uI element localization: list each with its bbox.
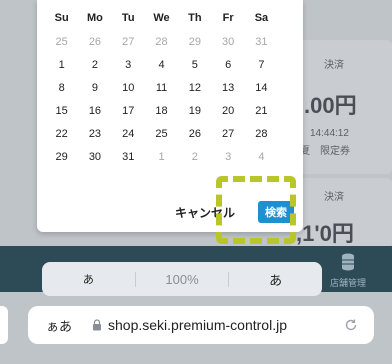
- calendar-day[interactable]: 14: [245, 82, 278, 94]
- calendar-day[interactable]: 2: [178, 151, 211, 163]
- calendar-day[interactable]: 31: [245, 36, 278, 48]
- page-settings-button[interactable]: ぁあ: [46, 316, 72, 335]
- calendar-day[interactable]: 10: [112, 82, 145, 94]
- calendar-day[interactable]: 15: [45, 105, 78, 117]
- zoom-out-button[interactable]: あ: [42, 271, 135, 287]
- address-bar[interactable]: ぁあ shop.seki.premium-control.jp: [28, 306, 374, 344]
- calendar-day[interactable]: 27: [112, 36, 145, 48]
- calendar-day[interactable]: 25: [45, 36, 78, 48]
- weekday-label: Fr: [222, 12, 234, 24]
- calendar-day[interactable]: 3: [211, 151, 244, 163]
- weekday-label: Tu: [121, 12, 135, 24]
- calendar-week-row: 25 26 27 28 29 30 31: [45, 36, 295, 48]
- calendar-day[interactable]: 17: [112, 105, 145, 117]
- calendar-day[interactable]: 16: [78, 105, 111, 117]
- calendar-week-row: 22 23 24 25 26 27 28: [45, 128, 295, 140]
- lock-icon: [93, 319, 102, 331]
- weekday-header: Su Mo Tu We Th Fr Sa: [45, 12, 295, 24]
- calendar-day[interactable]: 22: [45, 128, 78, 140]
- calendar-day[interactable]: 21: [245, 105, 278, 117]
- calendar-week-row: 1234567: [45, 59, 295, 71]
- calendar-day[interactable]: 4: [245, 151, 278, 163]
- zoom-in-button[interactable]: あ: [229, 270, 322, 289]
- calendar-day[interactable]: 23: [78, 128, 111, 140]
- calendar-day[interactable]: 4: [145, 59, 178, 71]
- calendar-day[interactable]: 30: [211, 36, 244, 48]
- calendar-day[interactable]: 1: [45, 59, 78, 71]
- weekday-label: We: [153, 12, 170, 24]
- calendar-day[interactable]: 20: [211, 105, 244, 117]
- calendar-day[interactable]: 8: [45, 82, 78, 94]
- card-time: 14:44:12: [310, 128, 349, 139]
- page-zoom-bar: あ 100% あ: [42, 262, 322, 296]
- focus-highlight: [216, 176, 296, 244]
- zoom-level[interactable]: 100%: [134, 271, 230, 287]
- calendar-day[interactable]: 19: [178, 105, 211, 117]
- calendar-day[interactable]: 26: [178, 128, 211, 140]
- card-label: 決済: [324, 60, 344, 71]
- calendar-day[interactable]: 29: [45, 151, 78, 163]
- calendar-day[interactable]: 30: [78, 151, 111, 163]
- footer-store-label[interactable]: 店舗管理: [330, 276, 366, 289]
- calendar-day[interactable]: 18: [145, 105, 178, 117]
- weekday-label: Sa: [254, 12, 269, 24]
- calendar-day[interactable]: 7: [245, 59, 278, 71]
- calendar-day[interactable]: 9: [78, 82, 111, 94]
- tab-edge: [0, 306, 8, 344]
- calendar-day[interactable]: 28: [245, 128, 278, 140]
- card-amount: .00円: [304, 93, 357, 118]
- database-icon[interactable]: [341, 253, 355, 271]
- reload-icon[interactable]: [344, 318, 358, 332]
- calendar-day[interactable]: 11: [145, 82, 178, 94]
- calendar-day[interactable]: 2: [78, 59, 111, 71]
- calendar-week-row: 15 16 17 18 19 20 21: [45, 105, 295, 117]
- weekday-label: Mo: [87, 12, 103, 24]
- calendar-day[interactable]: 3: [112, 59, 145, 71]
- calendar-day[interactable]: 27: [211, 128, 244, 140]
- url-text: shop.seki.premium-control.jp: [108, 317, 287, 333]
- calendar-day[interactable]: 12: [178, 82, 211, 94]
- calendar-day[interactable]: 28: [145, 36, 178, 48]
- calendar-day[interactable]: 25: [145, 128, 178, 140]
- calendar-day[interactable]: 31: [112, 151, 145, 163]
- weekday-label: Su: [54, 12, 69, 24]
- card-amount: ,1'0円: [296, 221, 354, 246]
- card-label: 決済: [324, 192, 344, 203]
- calendar-day[interactable]: 26: [78, 36, 111, 48]
- calendar-day[interactable]: 6: [211, 59, 244, 71]
- calendar-day[interactable]: 13: [211, 82, 244, 94]
- card-note: 夏 限定券: [300, 146, 350, 157]
- calendar-day[interactable]: 29: [178, 36, 211, 48]
- calendar-week-row: 29 30 31 1 2 3 4: [45, 151, 295, 163]
- calendar-day[interactable]: 5: [178, 59, 211, 71]
- calendar-day[interactable]: 1: [145, 151, 178, 163]
- calendar-day[interactable]: 24: [112, 128, 145, 140]
- calendar-week-row: 8 9 10 11 12 13 14: [45, 82, 295, 94]
- weekday-label: Th: [188, 12, 202, 24]
